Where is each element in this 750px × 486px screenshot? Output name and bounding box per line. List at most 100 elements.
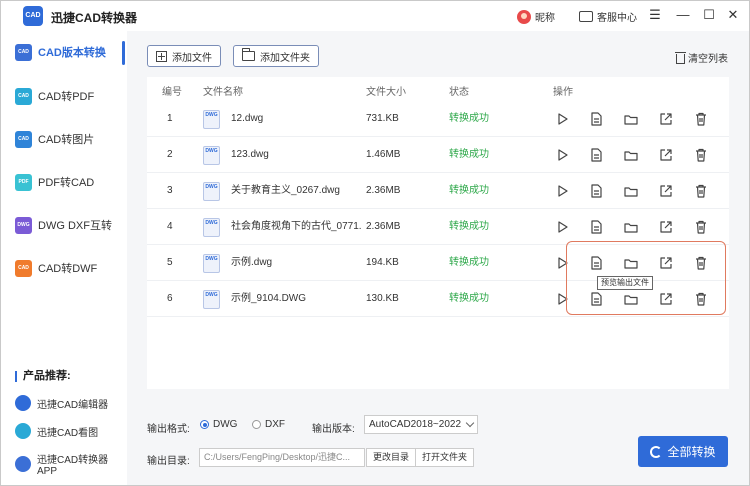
table-row[interactable]: 2 DWG 123.dwg 1.46MB 转换成功 [147,137,729,173]
pdf-to-cad-icon: PDF [15,173,32,191]
output-dir-input[interactable]: C:/Users/FengPing/Desktop/迅捷C... [199,448,365,467]
row-status: 转换成功 [449,113,489,124]
share-icon[interactable] [658,183,674,199]
change-dir-button[interactable]: 更改目录 [366,448,417,467]
file-doc-icon[interactable] [588,147,604,163]
file-doc-icon[interactable] [588,219,604,235]
row-index: 6 [167,293,173,304]
cad-to-dwf-icon: CAD [15,259,32,277]
close-button[interactable]: ✕ [725,7,741,23]
header-actions: 操作 [553,87,573,98]
radio-selected-icon [200,420,209,429]
preview-tooltip: 预览输出文件 [597,276,653,290]
recommend-title: 产品推荐: [15,371,71,382]
sidebar-item-label: CAD转DWF [38,263,98,275]
preview-play-icon[interactable] [554,219,570,235]
output-settings: 输出格式: DWG DXF 输出版本: AutoCAD2018~2022 输出目… [127,391,749,485]
file-doc-icon[interactable] [588,183,604,199]
output-format-label: 输出格式: [147,424,190,435]
clear-list-label: 清空列表 [688,54,728,65]
row-status: 转换成功 [449,185,489,196]
menu-icon[interactable]: ☰ [647,7,663,23]
chevron-down-icon [465,418,475,428]
table-row[interactable]: 3 DWG 关于教育主义_0267.dwg 2.36MB 转换成功 [147,173,729,209]
main-panel: 添加文件 添加文件夹 清空列表 编号 文件名称 文件大小 状态 操作 1 DWG 1… [127,31,749,485]
row-filesize: 1.46MB [366,149,401,160]
row-index: 3 [167,185,173,196]
sidebar-item-cad-to-image[interactable]: CAD CAD转图片 [1,124,126,154]
sidebar-item-label: CAD版本转换 [38,47,106,59]
version-select[interactable]: AutoCAD2018~2022 [364,415,478,434]
customer-service-button[interactable]: 客服中心 [579,9,637,24]
trash-icon[interactable] [693,219,709,235]
preview-play-icon[interactable] [554,147,570,163]
row-filename: 12.dwg [231,113,264,124]
folder-icon[interactable] [623,219,639,235]
add-file-label: 添加文件 [172,52,212,64]
clear-list-button[interactable]: 清空列表 [675,50,728,65]
row-status: 转换成功 [449,221,489,232]
user-profile[interactable]: 昵称 [517,9,555,24]
row-status: 转换成功 [449,293,489,304]
maximize-button[interactable]: ☐ [701,7,717,23]
preview-play-icon[interactable] [554,111,570,127]
format-radio-dwg[interactable]: DWG [200,419,237,430]
refresh-icon [650,445,663,458]
dwg-file-icon: DWG [203,146,220,165]
folder-icon[interactable] [623,111,639,127]
row-index: 4 [167,221,173,232]
dwg-file-icon: DWG [203,182,220,201]
user-nickname: 昵称 [535,13,555,24]
folder-icon[interactable] [623,147,639,163]
file-doc-icon[interactable] [588,111,604,127]
sidebar-item-cad-version[interactable]: CAD CAD版本转换 [1,37,126,67]
open-folder-button[interactable]: 打开文件夹 [415,448,475,467]
share-icon[interactable] [658,219,674,235]
header-size: 文件大小 [366,87,406,98]
add-file-button[interactable]: 添加文件 [147,45,221,67]
format-dwg-label: DWG [213,419,238,430]
add-folder-label: 添加文件夹 [260,52,310,64]
dwg-dxf-icon: DWG [15,216,32,234]
cad-editor-icon [15,395,31,411]
dwg-file-icon: DWG [203,218,220,237]
radio-unselected-icon [252,420,261,429]
preview-play-icon[interactable] [554,183,570,199]
file-table: 编号 文件名称 文件大小 状态 操作 1 DWG 12.dwg 731.KB 转换成功 2… [147,77,729,389]
share-icon[interactable] [658,147,674,163]
format-radio-dxf[interactable]: DXF [252,419,285,430]
converter-app-icon [15,456,31,472]
sidebar-item-dwg-dxf[interactable]: DWG DWG DXF互转 [1,210,126,240]
folder-icon[interactable] [623,183,639,199]
sidebar-item-cad-to-pdf[interactable]: CAD CAD转PDF [1,81,126,111]
trash-icon[interactable] [693,147,709,163]
row-filename: 示例_9104.DWG [231,293,307,304]
dwg-file-icon: DWG [203,254,220,273]
header-index: 编号 [162,87,182,98]
output-version-label: 输出版本: [312,424,355,435]
sidebar: CAD CAD版本转换 CAD CAD转PDF CAD CAD转图片 PDF P… [1,31,126,485]
cad-viewer-icon [15,423,31,439]
trash-icon[interactable] [693,183,709,199]
header-name: 文件名称 [203,87,243,98]
minimize-button[interactable]: — [675,7,691,23]
row-status: 转换成功 [449,149,489,160]
recommend-cad-editor[interactable]: 迅捷CAD编辑器 [15,395,108,411]
recommend-cad-viewer[interactable]: 迅捷CAD看图 [15,423,98,439]
table-row[interactable]: 4 DWG 社会角度视角下的古代_0771... 2.36MB 转换成功 [147,209,729,245]
row-filesize: 731.KB [366,113,399,124]
row-filesize: 194.KB [366,257,399,268]
share-icon[interactable] [658,111,674,127]
format-dxf-label: DXF [265,419,285,430]
recommend-converter-app[interactable]: 迅捷CAD转换器APP [15,451,126,477]
add-folder-button[interactable]: 添加文件夹 [233,45,319,67]
trash-icon[interactable] [693,111,709,127]
table-row[interactable]: 1 DWG 12.dwg 731.KB 转换成功 [147,101,729,137]
sidebar-item-label: CAD转图片 [38,134,95,146]
sidebar-item-cad-to-dwf[interactable]: CAD CAD转DWF [1,253,126,283]
dwg-file-icon: DWG [203,110,220,129]
row-filesize: 2.36MB [366,221,401,232]
convert-all-button[interactable]: 全部转换 [638,436,728,467]
sidebar-item-pdf-to-cad[interactable]: PDF PDF转CAD [1,167,126,197]
folder-icon [242,48,255,61]
